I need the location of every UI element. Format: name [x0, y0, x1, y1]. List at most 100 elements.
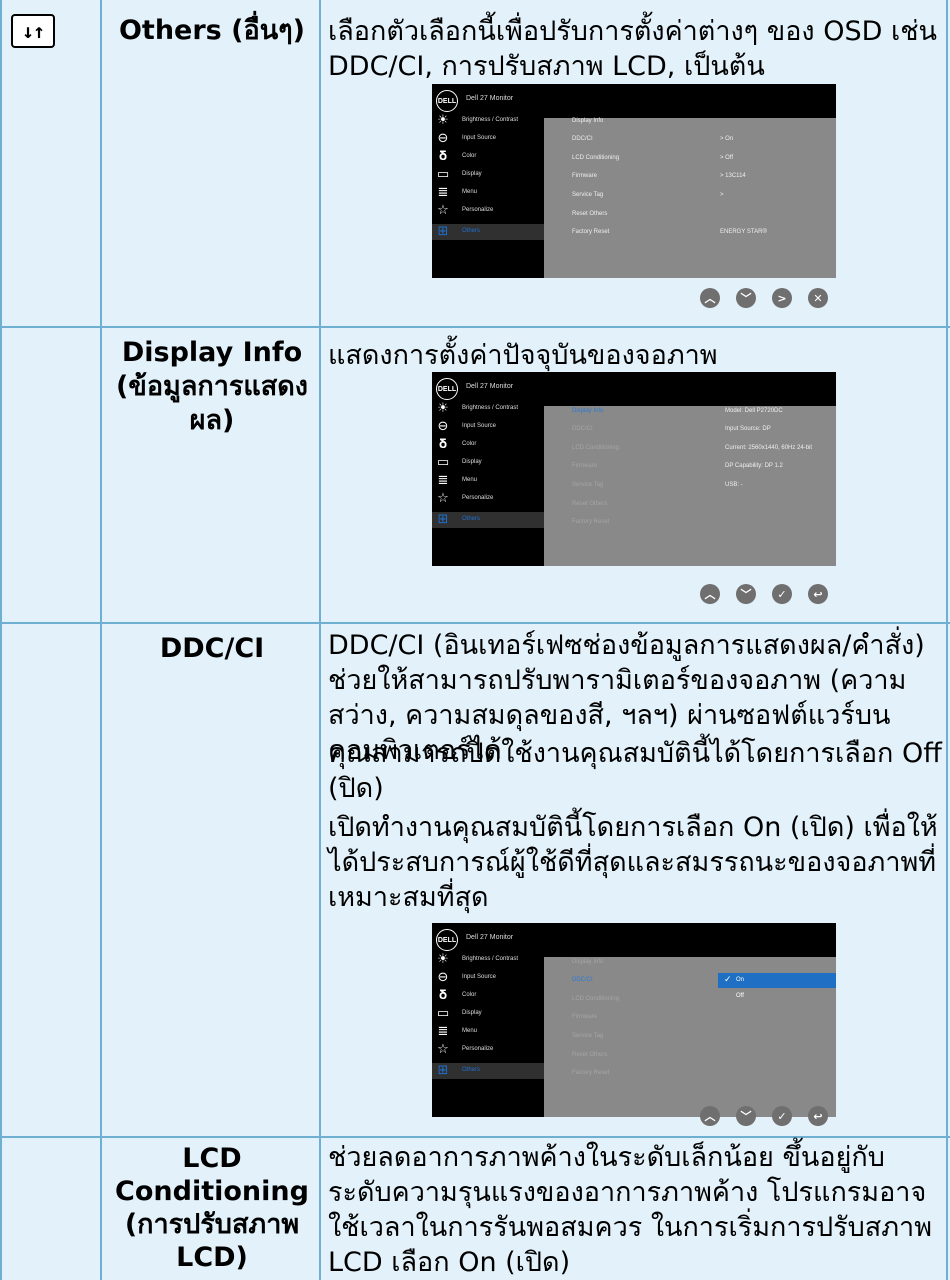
osd-menu-item: ≣ Menu — [432, 1024, 544, 1040]
down-button-icon: ﹀ — [731, 283, 761, 313]
up-button-icon: ︿ — [695, 579, 725, 609]
osd-model: Dell 27 Monitor — [466, 95, 514, 102]
osd-submenu-item: LCD Conditioning — [572, 155, 620, 161]
row-label-ddc-ci: DDC/CI — [159, 633, 265, 664]
others-icon: ⊞ — [437, 512, 449, 527]
osd-screenshot-others: DELL Dell 27 Monitor ☀ Brightness / Contr… — [432, 84, 836, 278]
osd-menu-item: ▭ Display — [436, 1006, 482, 1021]
menu-icon: ≣ — [437, 1024, 449, 1039]
osd-submenu-item: Reset Others — [572, 211, 608, 217]
osd-submenu-item: DDC/CI — [572, 136, 593, 142]
row-desc-lcd-conditioning: ช่วยลดอาการภาพค้างในระดับเล็กน้อย ขึ้นอย… — [328, 1142, 933, 1278]
osd-submenu-item: Factory Reset — [572, 1070, 610, 1076]
osd-buttons: ︿ ﹀ ✓ ↩ — [695, 579, 840, 610]
osd-submenu-item: Display Info — [572, 408, 604, 414]
input-source-icon: ⊖ — [437, 131, 449, 146]
osd-menu-item-selected: ⊞ Others — [432, 224, 544, 240]
row-desc-ddc-ci-3: เปิดทำงานคุณสมบัตินี้โดยการเลือก On (เปิ… — [328, 812, 938, 913]
osd-submenu-item: Reset Others — [572, 1052, 608, 1058]
brightness-icon: ☀ — [437, 401, 449, 416]
color-icon: 𝛅 — [438, 988, 448, 1003]
osd-submenu-item: Display Info — [572, 959, 604, 965]
check-button-icon: ✓ — [767, 1101, 797, 1131]
osd-submenu-item: Firmware — [572, 463, 597, 469]
osd-screenshot-display-info: DELL Dell 27 Monitor ☀ Brightness / Contr… — [432, 372, 836, 566]
osd-value: Current: 2560x1440, 60Hz 24-bit — [725, 445, 813, 451]
osd-submenu-item: Service Tag — [572, 1033, 604, 1039]
input-source-icon: ⊖ — [437, 970, 449, 985]
osd-menu-item: ☆ Personalize — [432, 491, 544, 507]
up-button-icon: ︿ — [695, 1101, 725, 1131]
osd-buttons: ︿ ﹀ > ✕ — [695, 283, 840, 314]
check-icon: ✓ — [724, 974, 732, 984]
osd-value: Model: Dell P2720DC — [725, 408, 783, 414]
osd-menu-item-selected: ⊞ Others — [432, 1063, 544, 1079]
osd-value: USB: - — [725, 482, 743, 488]
osd-model: Dell 27 Monitor — [466, 934, 514, 941]
osd-submenu-item: DDC/CI — [572, 426, 593, 432]
osd-value: > On — [720, 136, 734, 142]
osd-menu-item: ☀ Brightness / Contrast — [432, 401, 544, 417]
others-section-icon: ↓↑ — [11, 14, 55, 48]
osd-option-off: Off — [736, 993, 744, 999]
others-icon: ⊞ — [437, 224, 449, 239]
display-icon: ▭ — [436, 455, 450, 470]
brightness-icon: ☀ — [437, 113, 449, 128]
dell-logo: DELL — [436, 929, 458, 951]
osd-buttons: ︿ ﹀ ✓ ↩ — [695, 1101, 840, 1132]
osd-menu-item: ⊖ Input Source — [432, 131, 544, 147]
row-label-lcd-conditioning: LCD Conditioning (การปรับสภาพ LCD) — [115, 1143, 309, 1273]
osd-model: Dell 27 Monitor — [466, 383, 514, 390]
osd-menu-item: 𝛅 Color — [432, 988, 544, 1004]
others-icon: ⊞ — [437, 1063, 449, 1078]
osd-submenu-item: Display Info — [572, 118, 604, 124]
osd-submenu-item: Factory Reset — [572, 519, 610, 525]
osd-value: > — [720, 192, 724, 198]
menu-icon: ≣ — [437, 473, 449, 488]
color-icon: 𝛅 — [438, 437, 448, 452]
down-button-icon: ﹀ — [731, 1101, 761, 1131]
osd-menu-item: ≣ Menu — [432, 473, 544, 489]
osd-menu-item: ☆ Personalize — [432, 1042, 544, 1058]
osd-menu-item: ☀ Brightness / Contrast — [432, 952, 544, 968]
back-button-icon: ↩ — [803, 579, 833, 609]
osd-value: ENERGY STAR® — [720, 229, 767, 235]
osd-menu-item: ☀ Brightness / Contrast — [432, 113, 544, 129]
osd-submenu-item: Reset Others — [572, 501, 608, 507]
input-source-icon: ⊖ — [437, 419, 449, 434]
osd-menu-item: ≣ Menu — [432, 185, 544, 201]
personalize-icon: ☆ — [437, 491, 449, 506]
down-button-icon: ﹀ — [731, 579, 761, 609]
up-button-icon: ︿ — [695, 283, 725, 313]
osd-option-on: ✓ On — [718, 973, 836, 988]
row-desc-others: เลือกตัวเลือกนี้เพื่อปรับการตั้งค่าต่างๆ… — [328, 16, 937, 82]
osd-menu-item: ⊖ Input Source — [432, 419, 544, 435]
dell-logo: DELL — [436, 90, 458, 112]
right-button-icon: > — [767, 283, 797, 313]
osd-submenu-item: Service Tag — [572, 482, 604, 488]
osd-submenu-item: Factory Reset — [572, 229, 610, 235]
display-icon: ▭ — [436, 167, 450, 182]
osd-value: > 13C114 — [720, 173, 746, 179]
brightness-icon: ☀ — [437, 952, 449, 967]
osd-value: Input Source: DP — [725, 426, 771, 432]
personalize-icon: ☆ — [437, 1042, 449, 1057]
back-button-icon: ↩ — [803, 1101, 833, 1131]
row-desc-ddc-ci-2: คุณสามารถปิดใช้งานคุณสมบัตินี้ได้โดยการเ… — [328, 738, 942, 804]
row-label-others: Others (อื่นๆ) — [118, 15, 306, 46]
osd-screenshot-ddc-ci: DELL Dell 27 Monitor ☀ Brightness / Contr… — [432, 923, 836, 1117]
osd-menu-item-selected: ⊞ Others — [432, 512, 544, 528]
osd-submenu-item: LCD Conditioning — [572, 996, 620, 1002]
row-desc-display-info: แสดงการตั้งค่าปัจจุบันของจอภาพ — [328, 340, 718, 371]
osd-submenu-item: DDC/CI — [572, 977, 593, 983]
menu-icon: ≣ — [437, 185, 449, 200]
close-button-icon: ✕ — [803, 283, 833, 313]
osd-menu-item: 𝛅 Color — [432, 437, 544, 453]
osd-value: > Off — [720, 155, 734, 161]
check-button-icon: ✓ — [767, 579, 797, 609]
osd-value: DP Capability: DP 1.2 — [725, 463, 783, 469]
dell-logo: DELL — [436, 378, 458, 400]
osd-menu-item: ▭ Display — [436, 455, 482, 470]
color-icon: 𝛅 — [438, 149, 448, 164]
display-icon: ▭ — [436, 1006, 450, 1021]
